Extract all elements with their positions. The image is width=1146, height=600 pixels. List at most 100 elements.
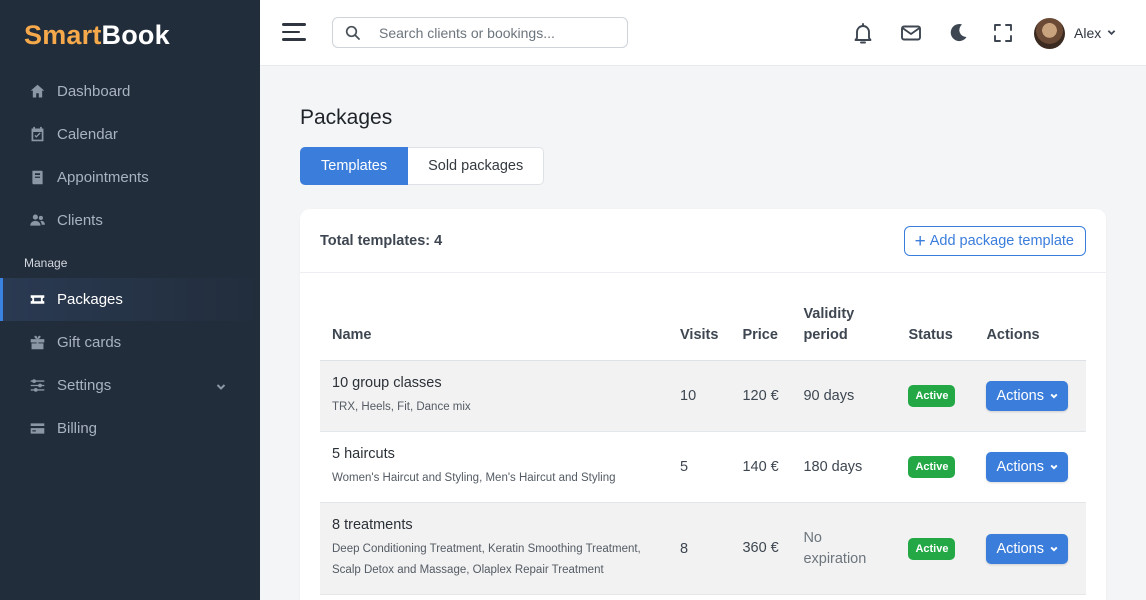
chevron-down-icon bbox=[216, 379, 226, 396]
menu-icon[interactable] bbox=[282, 23, 306, 43]
sidebar-item-packages[interactable]: Packages bbox=[0, 278, 260, 321]
actions-dropdown-button[interactable]: Actions bbox=[986, 381, 1068, 411]
credit-card-icon bbox=[28, 420, 46, 438]
chevron-down-icon bbox=[1050, 388, 1058, 404]
chevron-down-icon bbox=[1107, 24, 1116, 42]
bell-icon[interactable] bbox=[850, 20, 876, 46]
brand-part-book: Book bbox=[101, 19, 170, 50]
table-row: 5 haircuts Women's Haircut and Styling, … bbox=[320, 432, 1086, 503]
cell-actions: Actions bbox=[974, 361, 1086, 432]
envelope-icon[interactable] bbox=[898, 20, 924, 46]
cell-visits: 10 bbox=[680, 388, 697, 404]
cell-price: 140 € bbox=[742, 459, 779, 475]
sidebar-item-appointments[interactable]: Appointments bbox=[0, 156, 260, 199]
total-templates: Total templates: 4 bbox=[320, 233, 443, 249]
search-icon bbox=[345, 25, 360, 40]
status-badge: Active bbox=[908, 385, 956, 407]
chevron-down-icon bbox=[1050, 459, 1058, 475]
avatar bbox=[1034, 17, 1065, 49]
cell-actions: Actions bbox=[974, 503, 1086, 595]
tab-sold-packages[interactable]: Sold packages bbox=[408, 147, 545, 185]
sidebar-item-label: Settings bbox=[57, 377, 112, 394]
sidebar-manage-nav: Packages Gift cards Settings Billing bbox=[0, 278, 260, 450]
status-badge: Active bbox=[908, 537, 956, 560]
package-name: 5 haircuts bbox=[332, 445, 395, 462]
templates-table: Name Visits Price Validity period Status… bbox=[320, 304, 1086, 595]
cell-status: Active bbox=[896, 503, 974, 595]
cell-visits: 5 bbox=[680, 459, 689, 475]
actions-label: Actions bbox=[996, 459, 1044, 475]
column-header-status: Status bbox=[896, 304, 975, 361]
sidebar-section-manage: Manage bbox=[24, 256, 68, 270]
table-row: 8 treatments Deep Conditioning Treatment… bbox=[320, 502, 1086, 595]
package-name: 10 group classes bbox=[332, 374, 442, 391]
sliders-icon bbox=[28, 377, 46, 395]
plus-icon: + bbox=[914, 230, 926, 252]
sidebar-item-calendar[interactable]: Calendar bbox=[0, 113, 260, 156]
sidebar-item-settings[interactable]: Settings bbox=[0, 364, 260, 407]
cell-price: 360 € bbox=[742, 540, 779, 556]
top-header: Alex bbox=[260, 0, 1146, 66]
sidebar-nav: Dashboard Calendar Appointments Clients bbox=[0, 70, 260, 242]
package-tabs: Templates Sold packages bbox=[300, 147, 545, 185]
sidebar-item-gift-cards[interactable]: Gift cards bbox=[0, 321, 260, 364]
ticket-icon bbox=[28, 291, 46, 309]
actions-label: Actions bbox=[996, 540, 1044, 557]
add-package-template-button[interactable]: + Add package template bbox=[903, 226, 1086, 256]
status-badge: Active bbox=[908, 456, 956, 478]
search-box bbox=[332, 17, 628, 48]
cell-validity: No expiration bbox=[803, 529, 867, 567]
cell-name: 8 treatments Deep Conditioning Treatment… bbox=[320, 503, 668, 595]
column-header-name: Name bbox=[320, 304, 668, 361]
package-name: 8 treatments bbox=[332, 516, 413, 533]
column-header-actions: Actions bbox=[974, 304, 1086, 361]
table-header-row: Name Visits Price Validity period Status… bbox=[320, 304, 1086, 361]
home-icon bbox=[28, 83, 46, 101]
sidebar-item-label: Clients bbox=[57, 212, 103, 229]
fullscreen-icon[interactable] bbox=[990, 20, 1016, 46]
sidebar-item-label: Packages bbox=[57, 291, 123, 308]
tab-templates[interactable]: Templates bbox=[300, 147, 409, 185]
add-package-template-label: Add package template bbox=[929, 233, 1074, 249]
moon-icon[interactable] bbox=[945, 20, 971, 46]
brand-logo[interactable]: Smart Book bbox=[0, 0, 260, 70]
column-header-price: Price bbox=[730, 304, 792, 361]
sidebar-item-billing[interactable]: Billing bbox=[0, 407, 260, 450]
package-services: Women's Haircut and Styling, Men's Hairc… bbox=[332, 471, 616, 484]
sidebar: Smart Book Dashboard Calendar Appointment… bbox=[0, 0, 260, 600]
actions-label: Actions bbox=[996, 388, 1044, 404]
templates-card: Total templates: 4 + Add package templat… bbox=[300, 209, 1106, 600]
sidebar-item-dashboard[interactable]: Dashboard bbox=[0, 70, 260, 113]
user-name: Alex bbox=[1074, 25, 1102, 41]
table-row: 10 group classes TRX, Heels, Fit, Dance … bbox=[320, 360, 1086, 432]
cell-name: 10 group classes TRX, Heels, Fit, Dance … bbox=[320, 361, 668, 432]
gift-icon bbox=[28, 334, 46, 352]
actions-dropdown-button[interactable]: Actions bbox=[986, 533, 1068, 564]
actions-dropdown-button[interactable]: Actions bbox=[986, 452, 1068, 482]
card-header: Total templates: 4 + Add package templat… bbox=[300, 209, 1106, 273]
cell-status: Active bbox=[896, 432, 974, 503]
cell-status: Active bbox=[896, 361, 974, 432]
sidebar-item-label: Billing bbox=[57, 420, 98, 437]
chevron-down-icon bbox=[1050, 541, 1058, 557]
column-header-visits: Visits bbox=[668, 304, 731, 361]
cell-validity: 90 days bbox=[803, 388, 855, 404]
main-content: Packages Templates Sold packages Total t… bbox=[260, 66, 1146, 600]
calendar-check-icon bbox=[28, 126, 46, 144]
cell-visits: 8 bbox=[680, 540, 689, 557]
package-services: TRX, Heels, Fit, Dance mix bbox=[332, 400, 471, 413]
book-icon bbox=[28, 169, 46, 187]
sidebar-item-label: Calendar bbox=[57, 126, 118, 143]
package-services: Deep Conditioning Treatment, Keratin Smo… bbox=[332, 542, 641, 576]
sidebar-item-clients[interactable]: Clients bbox=[0, 199, 260, 242]
user-menu[interactable]: Alex bbox=[1034, 17, 1116, 49]
search-input[interactable] bbox=[379, 24, 619, 41]
column-header-validity: Validity period bbox=[791, 304, 897, 361]
cell-actions: Actions bbox=[974, 432, 1086, 503]
users-icon bbox=[28, 212, 46, 230]
cell-validity: 180 days bbox=[803, 459, 863, 475]
cell-name: 5 haircuts Women's Haircut and Styling, … bbox=[320, 432, 668, 503]
sidebar-item-label: Gift cards bbox=[57, 334, 122, 351]
cell-price: 120 € bbox=[742, 388, 779, 404]
sidebar-item-label: Appointments bbox=[57, 169, 149, 186]
